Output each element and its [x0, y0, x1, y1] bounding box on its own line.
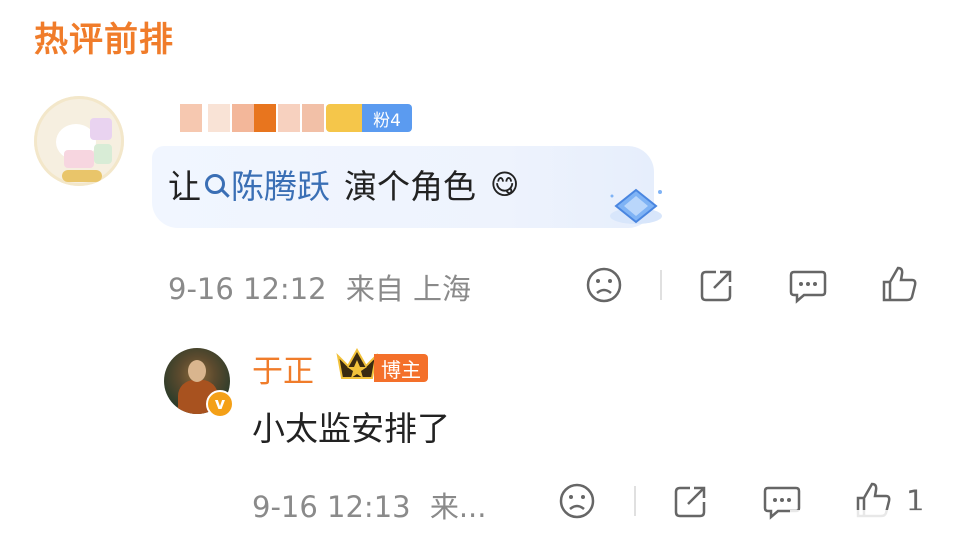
like-icon[interactable]	[880, 264, 918, 304]
comment-location: 来自 上海	[345, 272, 472, 306]
comment-text-prefix: 让	[168, 167, 201, 206]
comment-icon[interactable]	[788, 266, 828, 304]
search-icon	[205, 174, 225, 194]
verified-badge-icon: v	[206, 390, 234, 418]
comment-text: 让 陈腾跃 演个角色 😋	[168, 160, 519, 208]
reply-text: 小太监安排了	[252, 409, 450, 448]
diamond-decoration-icon	[610, 188, 662, 224]
action-divider	[634, 486, 636, 516]
emoji: 😋	[490, 167, 520, 201]
reply-username[interactable]: 于正	[252, 346, 314, 391]
reply-location: 来...	[429, 490, 487, 524]
comment-time: 9-16 12:12	[168, 272, 327, 306]
fan-level-badge: 粉4	[326, 104, 412, 132]
comment-text-suffix: 演个角色	[344, 167, 476, 206]
comment-meta: 9-16 12:12 来自 上海	[168, 266, 471, 308]
fan-badge-label: 粉4	[362, 104, 412, 132]
share-icon[interactable]	[672, 482, 710, 520]
watermark-overlay	[790, 510, 960, 540]
action-divider	[660, 270, 662, 300]
section-title: 热评前排	[34, 20, 174, 60]
user-mention-link[interactable]: 陈腾跃	[205, 160, 330, 208]
host-badge: 博主	[374, 354, 428, 382]
reply-meta: 9-16 12:13 来...	[252, 484, 486, 526]
commenter-avatar[interactable]	[34, 96, 124, 186]
dislike-icon[interactable]	[558, 482, 596, 520]
dislike-icon[interactable]	[585, 266, 623, 304]
share-icon[interactable]	[698, 266, 736, 304]
mention-name: 陈腾跃	[231, 167, 330, 206]
reply-time: 9-16 12:13	[252, 490, 411, 524]
